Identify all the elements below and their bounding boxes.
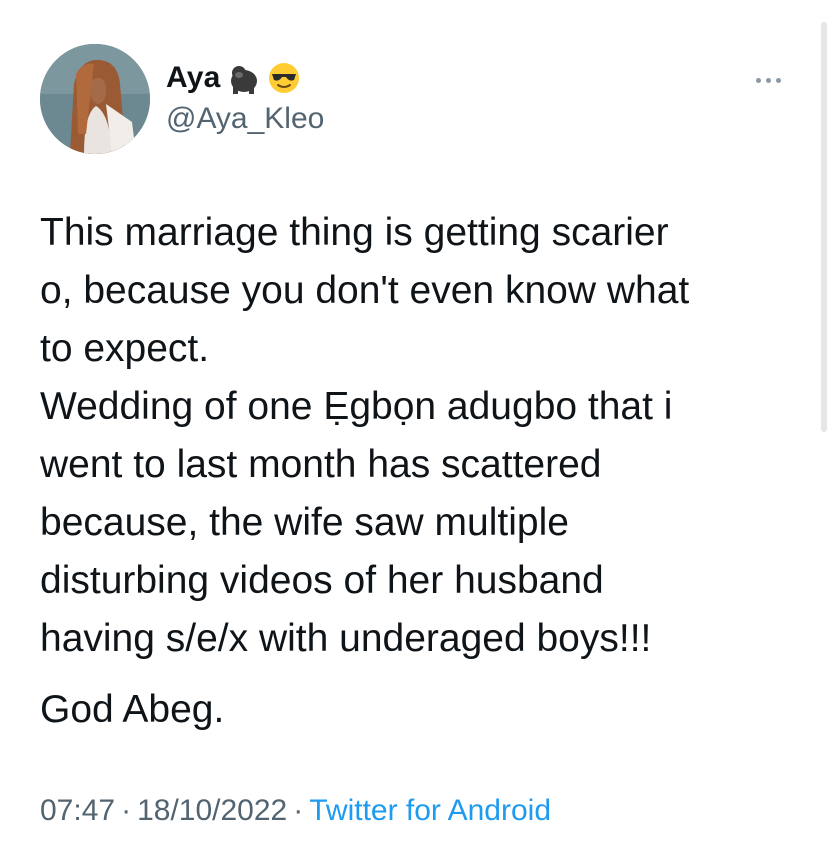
- more-dot-icon: [765, 77, 771, 83]
- tweet-meta: 07:47 · 18/10/2022 · Twitter for Android: [40, 794, 551, 828]
- author-handle[interactable]: @Aya_Kleo: [166, 102, 324, 136]
- tweet-line: having s/e/x with underaged boys!!!: [40, 617, 652, 660]
- tweet-closing: God Abeg.: [40, 688, 225, 731]
- tweet-date[interactable]: 18/10/2022: [137, 794, 287, 827]
- tweet-source-link[interactable]: Twitter for Android: [309, 794, 551, 827]
- meta-separator: ·: [121, 794, 132, 827]
- tweet-line: This marriage thing is getting scarier: [40, 211, 669, 254]
- avatar-photo: [40, 44, 150, 154]
- display-name[interactable]: Aya: [166, 61, 221, 95]
- tweet-body: This marriage thing is getting scarier o…: [40, 204, 800, 668]
- gorilla-icon: [227, 61, 261, 95]
- tweet-line: to expect.: [40, 327, 210, 370]
- tweet-time[interactable]: 07:47: [40, 794, 115, 827]
- more-dot-icon: [775, 77, 781, 83]
- tweet-line: disturbing videos of her husband: [40, 559, 604, 602]
- author-name-row[interactable]: Aya: [166, 58, 301, 98]
- meta-separator: ·: [293, 794, 304, 827]
- more-options-button[interactable]: [748, 68, 788, 92]
- tweet-text: This marriage thing is getting scarier o…: [40, 204, 800, 739]
- tweet-line: o, because you don't even know what: [40, 269, 690, 312]
- avatar[interactable]: [40, 44, 150, 154]
- tweet-card: Aya @Aya_Kleo This marriage thing is get…: [0, 0, 829, 852]
- scrollbar[interactable]: [819, 0, 829, 852]
- more-dot-icon: [755, 77, 761, 83]
- scrollbar-thumb[interactable]: [821, 22, 827, 432]
- tweet-line: because, the wife saw multiple: [40, 501, 569, 544]
- sunglasses-face-icon: [267, 61, 301, 95]
- tweet-line: went to last month has scattered: [40, 443, 602, 486]
- tweet-line: Wedding of one Ẹgbọn adugbo that i: [40, 385, 673, 428]
